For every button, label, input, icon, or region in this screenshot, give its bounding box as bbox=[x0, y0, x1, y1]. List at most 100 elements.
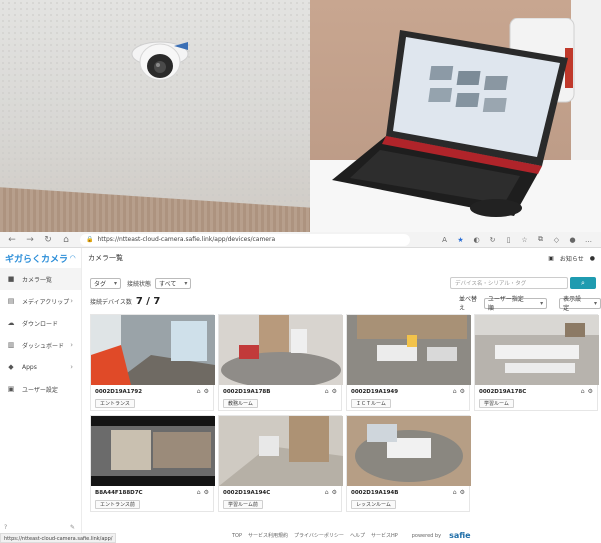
tag-icon[interactable]: ⌂ bbox=[453, 489, 457, 496]
tag-icon[interactable]: ⌂ bbox=[197, 489, 201, 496]
connection-label: 接続状態 bbox=[127, 281, 152, 288]
camera-icon: ■ bbox=[7, 275, 15, 283]
sidebar-item[interactable]: ◆ Apps › bbox=[0, 356, 81, 378]
camera-card[interactable]: 0002D19A178C ⌂ ⚙ 学習ルーム bbox=[474, 314, 599, 411]
tag-icon[interactable]: ⌂ bbox=[581, 388, 585, 395]
footer-link[interactable]: ヘルプ bbox=[350, 532, 365, 539]
sidebar: ギガらくカメラ ◠ ■ カメラ一覧 ▤ メディアクリップ › ☁ ダウンロード ▥ ダッシュボー… bbox=[0, 248, 117, 543]
camera-card[interactable]: 0002D19A1792 ⌂ ⚙ エントランス bbox=[90, 314, 215, 411]
sidebar-item[interactable]: ▣ ユーザー設定 bbox=[0, 378, 81, 400]
read-aloud-icon[interactable]: A bbox=[440, 235, 449, 244]
powered-by-text: powered by bbox=[411, 532, 442, 539]
url-text: https://ntteast-cloud-camera.safie.link/… bbox=[97, 236, 276, 243]
sidebar-item[interactable]: ☁ ダウンロード bbox=[0, 312, 81, 334]
display-settings-select[interactable]: 表示設定 bbox=[559, 296, 601, 312]
camera-id: 0002D19A1949 bbox=[351, 389, 399, 395]
tag-select[interactable]: タグ bbox=[90, 278, 122, 289]
forward-icon[interactable]: → bbox=[24, 234, 36, 246]
footer-link[interactable]: サービス利用規約 bbox=[248, 532, 288, 539]
page-header: カメラ一覧 ▣ お知らせ ● bbox=[82, 248, 601, 268]
search-input[interactable]: デバイス名・シリアル・タグ bbox=[450, 277, 568, 289]
connection-select[interactable]: すべて bbox=[155, 278, 192, 289]
footer-link[interactable]: TOP bbox=[232, 533, 242, 539]
shield-icon[interactable]: ◇ bbox=[552, 235, 561, 244]
sidebar-item[interactable]: ▤ メディアクリップ › bbox=[0, 290, 81, 312]
account-icon[interactable]: ● bbox=[590, 255, 595, 262]
tag-icon[interactable]: ⌂ bbox=[325, 489, 329, 496]
tag-icon[interactable]: ⌂ bbox=[197, 388, 201, 395]
sort-select[interactable]: ユーザー指定順 bbox=[483, 296, 548, 312]
sort-bar: 並べ替え ユーザー指定順 表示設定 bbox=[459, 294, 601, 312]
camera-card[interactable]: 0002D19A194C ⌂ ⚙ 学習ルーム前 bbox=[218, 415, 343, 512]
footer-link[interactable]: サービスHP bbox=[371, 532, 398, 539]
camera-tag[interactable]: 学習ルーム bbox=[479, 399, 514, 408]
collections-icon[interactable]: ⧉ bbox=[536, 235, 545, 244]
notice-link[interactable]: お知らせ bbox=[560, 254, 584, 263]
camera-thumbnail[interactable] bbox=[219, 416, 343, 486]
back-icon[interactable]: ← bbox=[6, 234, 18, 246]
camera-tag[interactable]: エントランス bbox=[95, 399, 135, 408]
extension-icon[interactable]: ◐ bbox=[472, 235, 481, 244]
camera-thumbnail[interactable] bbox=[475, 315, 599, 385]
filter-bar: タグ 接続状態 すべて bbox=[90, 278, 192, 289]
safie-logo: safie bbox=[449, 531, 471, 540]
footer-link[interactable]: プライバシーポリシー bbox=[294, 532, 344, 539]
device-count-label: 接続デバイス数 bbox=[90, 299, 132, 306]
camera-thumbnail[interactable] bbox=[91, 315, 215, 385]
more-icon[interactable]: … bbox=[584, 235, 593, 244]
camera-id: 0002D19A178C bbox=[479, 389, 527, 395]
split-screen-icon[interactable]: ▯ bbox=[504, 235, 513, 244]
sort-label: 並べ替え bbox=[459, 296, 478, 312]
laptop-image bbox=[332, 18, 575, 217]
camera-tag[interactable]: エントランス前 bbox=[95, 500, 140, 509]
chevron-right-icon: › bbox=[70, 363, 73, 371]
home-icon[interactable]: ⌂ bbox=[60, 234, 72, 246]
camera-tag[interactable]: 学習ルーム前 bbox=[223, 500, 263, 509]
camera-card[interactable]: 0002D19A194B ⌂ ⚙ レッスンルーム bbox=[346, 415, 471, 512]
search-button[interactable]: ⌕ bbox=[570, 277, 596, 289]
device-count-value: 7 / 7 bbox=[135, 296, 161, 307]
camera-thumbnail[interactable] bbox=[219, 315, 343, 385]
settings-icon[interactable]: ⚙ bbox=[204, 489, 209, 496]
camera-tag[interactable]: ＩＣＴルーム bbox=[351, 399, 391, 408]
app-logo[interactable]: ギガらくカメラ ◠ bbox=[0, 248, 81, 268]
settings-icon[interactable]: ⚙ bbox=[332, 489, 337, 496]
app-window: ギガらくカメラ ◠ ■ カメラ一覧 ▤ メディアクリップ › ☁ ダウンロード ▥ ダッシュボー… bbox=[0, 248, 601, 543]
favorites-icon[interactable]: ☆ bbox=[520, 235, 529, 244]
media-clip-icon: ▤ bbox=[7, 297, 15, 305]
camera-card[interactable]: B8A44F188D7C ⌂ ⚙ エントランス前 bbox=[90, 415, 215, 512]
tag-icon[interactable]: ⌂ bbox=[453, 388, 457, 395]
sidebar-item[interactable]: ▥ ダッシュボード › bbox=[0, 334, 81, 356]
reload-icon[interactable]: ↻ bbox=[42, 234, 54, 246]
lock-icon: 🔒 bbox=[86, 236, 94, 243]
settings-icon[interactable]: ⚙ bbox=[588, 388, 593, 395]
settings-icon[interactable]: ⚙ bbox=[332, 388, 337, 395]
wifi-icon: ◠ bbox=[70, 254, 76, 262]
profile-icon[interactable]: ● bbox=[568, 235, 577, 244]
edit-icon[interactable]: ✎ bbox=[70, 524, 75, 531]
sidebar-item-label: メディアクリップ bbox=[22, 298, 70, 306]
camera-tag[interactable]: レッスンルーム bbox=[351, 500, 396, 509]
dashboard-icon: ▥ bbox=[7, 341, 15, 349]
favorite-star-icon[interactable]: ★ bbox=[456, 235, 465, 244]
address-bar[interactable]: 🔒 https://ntteast-cloud-camera.safie.lin… bbox=[80, 233, 410, 246]
sidebar-item-label: カメラ一覧 bbox=[22, 276, 53, 284]
sidebar-item[interactable]: ■ カメラ一覧 bbox=[0, 268, 81, 290]
camera-card[interactable]: 0002D19A1949 ⌂ ⚙ ＩＣＴルーム bbox=[346, 314, 471, 411]
refresh-extension-icon[interactable]: ↻ bbox=[488, 235, 497, 244]
help-icon[interactable]: ? bbox=[4, 524, 7, 531]
bell-icon[interactable]: ▣ bbox=[548, 255, 554, 262]
camera-thumbnail[interactable] bbox=[347, 315, 471, 385]
footer: TOP サービス利用規約 プライバシーポリシー ヘルプ サービスHP power… bbox=[232, 531, 471, 540]
settings-icon[interactable]: ⚙ bbox=[460, 489, 465, 496]
camera-id: 0002D19A194B bbox=[351, 490, 399, 496]
camera-thumbnail[interactable] bbox=[347, 416, 471, 486]
sidebar-item-label: ダウンロード bbox=[22, 320, 59, 328]
camera-id: B8A44F188D7C bbox=[95, 490, 143, 496]
settings-icon[interactable]: ⚙ bbox=[204, 388, 209, 395]
camera-thumbnail[interactable] bbox=[91, 416, 215, 486]
settings-icon[interactable]: ⚙ bbox=[460, 388, 465, 395]
tag-icon[interactable]: ⌂ bbox=[325, 388, 329, 395]
camera-tag[interactable]: 教務ルーム bbox=[223, 399, 258, 408]
camera-card[interactable]: 0002D19A178B ⌂ ⚙ 教務ルーム bbox=[218, 314, 343, 411]
